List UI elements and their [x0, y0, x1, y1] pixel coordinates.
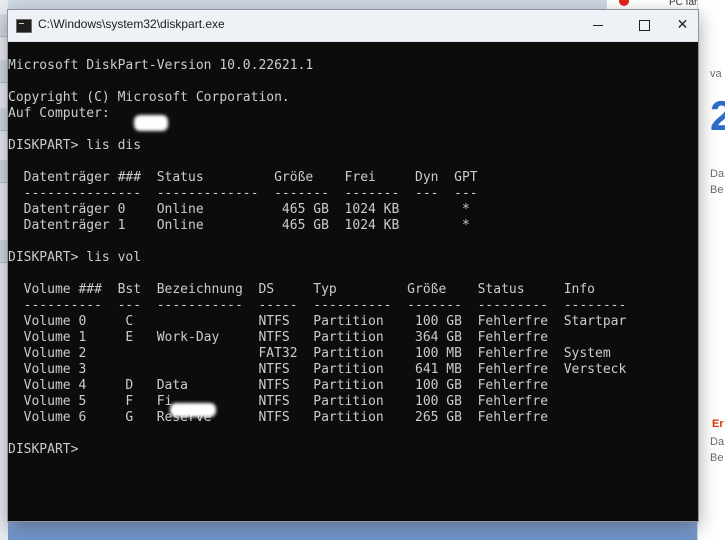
- console-app-icon: [16, 19, 32, 33]
- title-bar[interactable]: C:\Windows\system32\diskpart.exe ✕: [8, 10, 698, 42]
- close-icon: ✕: [676, 17, 689, 33]
- opera-logo-icon: [619, 0, 629, 6]
- close-button[interactable]: ✕: [667, 10, 698, 41]
- background-text: va: [710, 68, 722, 80]
- console-text: Microsoft DiskPart-Version 10.0.22621.1 …: [8, 58, 627, 457]
- minimize-button[interactable]: [575, 10, 621, 41]
- background-heading: Er: [712, 418, 724, 430]
- background-graphic-text: 2: [710, 92, 725, 139]
- background-text: Da: [710, 168, 725, 180]
- redacted-volume-label: [170, 403, 216, 417]
- window-title: C:\Windows\system32\diskpart.exe: [38, 17, 225, 31]
- background-text: Be: [710, 452, 724, 464]
- background-text: Be: [710, 184, 724, 196]
- minimize-icon: [593, 24, 603, 26]
- diskpart-window[interactable]: C:\Windows\system32\diskpart.exe ✕ Micro…: [7, 9, 699, 522]
- background-text: Da: [710, 436, 725, 448]
- maximize-icon: [638, 19, 650, 31]
- console-output[interactable]: Microsoft DiskPart-Version 10.0.22621.1 …: [8, 42, 698, 521]
- redacted-computer-name: [134, 115, 168, 131]
- background-browser-window: va 2 Da Be Er Da Be: [697, 0, 725, 540]
- maximize-button[interactable]: [621, 10, 667, 41]
